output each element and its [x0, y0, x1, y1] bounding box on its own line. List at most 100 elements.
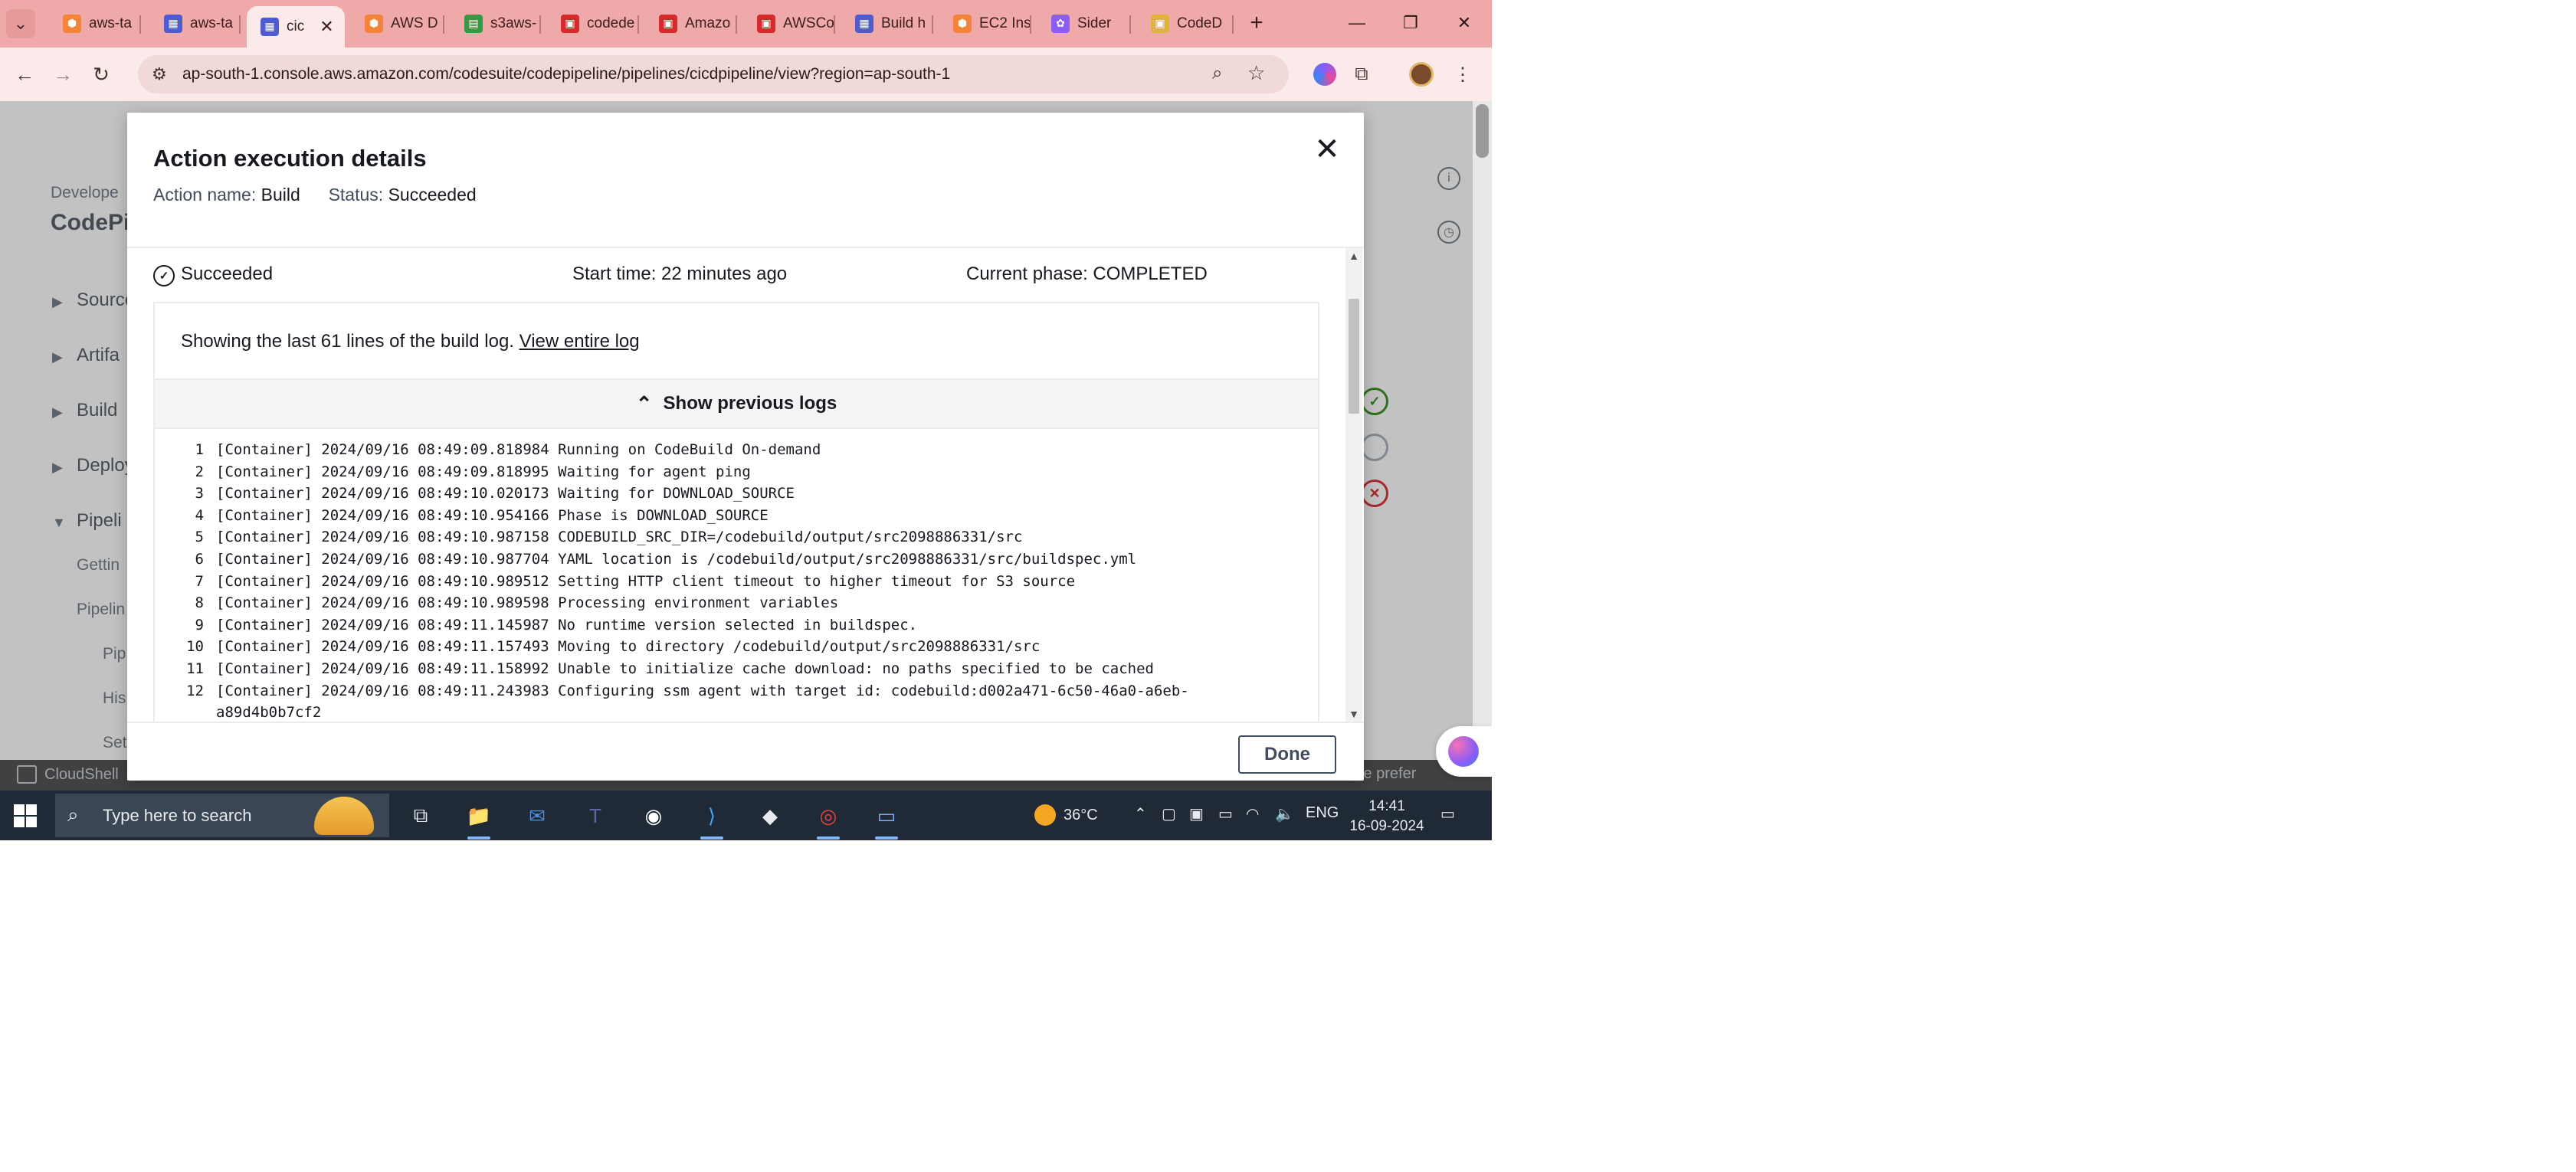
volume-icon[interactable]: 🔈	[1275, 804, 1294, 823]
modal-close-button[interactable]: ✕	[1310, 133, 1344, 166]
sider-floating-button[interactable]	[1436, 726, 1492, 777]
log-line: 7 [Container] 2024/09/16 08:49:10.989512 …	[155, 573, 1318, 595]
aws-icon: ⬢	[365, 15, 383, 33]
minimize-button[interactable]: —	[1330, 6, 1384, 40]
meet-now-icon[interactable]: ▢	[1162, 804, 1176, 823]
tab-separator	[539, 15, 541, 34]
log-line: 8 [Container] 2024/09/16 08:49:10.989598 …	[155, 594, 1318, 617]
chrome-icon[interactable]: ◎	[811, 798, 846, 840]
done-button[interactable]: Done	[1238, 735, 1336, 774]
file-explorer-icon[interactable]: 📁	[461, 798, 497, 840]
cloudshell-button[interactable]: CloudShell	[17, 765, 119, 784]
address-bar[interactable]: ⚙ ap-south-1.console.aws.amazon.com/code…	[138, 55, 1289, 93]
battery-icon[interactable]: ▭	[1218, 804, 1233, 823]
log-line: 5 [Container] 2024/09/16 08:49:10.987158 …	[155, 529, 1318, 551]
status-value: Succeeded	[388, 185, 477, 205]
browser-tab[interactable]: ▣ CodeD	[1137, 6, 1234, 41]
show-previous-logs-button[interactable]: ⌃ Show previous logs	[155, 378, 1318, 429]
tab-separator	[834, 15, 835, 34]
taskbar-search-box[interactable]: ⌕ Type here to search	[55, 794, 389, 837]
log-line-number: 12	[186, 682, 204, 699]
tab-title: s3aws-	[490, 15, 537, 31]
weather-widget[interactable]: 36°C	[1034, 804, 1098, 826]
back-button[interactable]: ←	[9, 59, 40, 90]
show-hidden-icons-icon[interactable]: ⌃	[1134, 804, 1147, 823]
tab-separator	[637, 15, 639, 34]
notifications-icon[interactable]: ▭	[1440, 804, 1455, 823]
browser-tab[interactable]: ⬢ EC2 Ins	[939, 6, 1031, 41]
tab-title: Amazo	[685, 15, 731, 31]
cookie-preferences-link[interactable]: ie prefer	[1360, 765, 1416, 783]
log-line-text: [Container] 2024/09/16 08:49:10.987158 C…	[216, 529, 1023, 546]
log-line: 4 [Container] 2024/09/16 08:49:10.954166 …	[155, 507, 1318, 529]
log-line: 2 [Container] 2024/09/16 08:49:09.818995 …	[155, 463, 1318, 486]
tab-separator	[443, 15, 444, 34]
new-tab-button[interactable]: +	[1241, 8, 1272, 38]
restore-button[interactable]: ❐	[1384, 6, 1437, 40]
sider-extension-icon[interactable]	[1309, 58, 1341, 90]
profile-avatar[interactable]	[1405, 58, 1437, 90]
wifi-icon[interactable]: ◠	[1246, 804, 1259, 823]
forward-button[interactable]: →	[48, 59, 78, 90]
log-line-text: [Container] 2024/09/16 08:49:10.989512 S…	[216, 572, 1076, 590]
close-window-button[interactable]: ✕	[1437, 6, 1491, 40]
scroll-up-icon[interactable]: ▲	[1345, 250, 1362, 262]
browser-tab[interactable]: ▣ AWSCo	[743, 6, 835, 41]
browser-tab[interactable]: ✿ Sider	[1037, 6, 1131, 41]
log-line-number: 2	[195, 463, 204, 480]
git-icon[interactable]: ◆	[752, 798, 788, 833]
log-line: 9 [Container] 2024/09/16 08:49:11.145987 …	[155, 617, 1318, 639]
modal-scrollbar-thumb[interactable]	[1349, 299, 1359, 414]
action-name-label: Action name:	[153, 185, 257, 205]
cloudshell-label: CloudShell	[44, 765, 119, 783]
taskbar-clock[interactable]: 14:41 16-09-2024	[1341, 797, 1433, 836]
view-entire-log-link[interactable]: View entire log	[519, 331, 640, 352]
notepad-icon[interactable]: ▭	[869, 798, 904, 840]
browser-tab[interactable]: ▦ cic ✕	[247, 6, 345, 47]
vscode-icon[interactable]: ⟩	[694, 798, 729, 840]
teams-icon[interactable]: T	[578, 798, 613, 833]
site-info-icon[interactable]: ⚙	[152, 64, 167, 84]
tab-search-button[interactable]: ⌄	[6, 9, 35, 38]
github-icon[interactable]: ◉	[636, 798, 671, 833]
browser-tab[interactable]: ▤ s3aws-	[451, 6, 541, 41]
arrow-right-icon: →	[53, 62, 73, 86]
browser-tab[interactable]: ▣ codede	[547, 6, 639, 41]
tab-close-icon[interactable]: ✕	[320, 17, 333, 37]
modal-body: ✓ Succeeded Start time: 22 minutes ago C…	[127, 248, 1345, 722]
browser-tab[interactable]: ⬢ aws-ta	[49, 6, 141, 41]
browser-tab[interactable]: ▦ aws-ta	[150, 6, 241, 41]
browser-tab[interactable]: ▦ Build h	[841, 6, 933, 41]
scroll-down-icon[interactable]: ▼	[1345, 708, 1362, 720]
page-scrollbar-thumb[interactable]	[1476, 104, 1489, 158]
url-text[interactable]: ap-south-1.console.aws.amazon.com/codesu…	[182, 65, 950, 83]
language-indicator[interactable]: ENG	[1306, 804, 1339, 822]
aws-service-icon: ▣	[1151, 15, 1169, 33]
tab-title: Build h	[881, 15, 926, 31]
page-scrollbar[interactable]	[1473, 101, 1492, 760]
windows-taskbar: ⌕ Type here to search ⧉ 📁 ✉ T ◉ ⟩ ◆ ◎ ▭ 36°C ⌃ ▢…	[0, 791, 1492, 840]
tab-separator	[932, 15, 933, 34]
log-line-number: 9	[195, 616, 204, 633]
reload-icon: ↻	[93, 62, 110, 86]
footer-divider	[127, 722, 1364, 723]
bookmark-star-icon[interactable]: ☆	[1247, 61, 1265, 85]
mail-icon[interactable]: ✉	[519, 798, 555, 833]
taskbar-search-placeholder: Type here to search	[103, 806, 252, 825]
log-line-number: 1	[195, 441, 204, 458]
menu-kebab-icon[interactable]: ⋮	[1447, 58, 1479, 90]
task-view-icon[interactable]: ⧉	[403, 798, 438, 833]
log-line-text: a89d4b0b7cf2	[216, 704, 322, 722]
modal-scrollbar[interactable]: ▲ ▼	[1345, 248, 1362, 722]
zoom-icon[interactable]: ⌕	[1212, 63, 1222, 84]
weather-sun-icon	[1034, 804, 1056, 826]
reload-button[interactable]: ↻	[86, 59, 116, 90]
tab-title: codede	[587, 15, 635, 31]
browser-tab[interactable]: ▣ Amazo	[645, 6, 737, 41]
sheet-icon: ▤	[464, 15, 483, 33]
browser-tab[interactable]: ⬢ AWS D	[351, 6, 444, 41]
windows-start-icon[interactable]	[14, 804, 37, 827]
extensions-icon[interactable]: ⧉	[1345, 58, 1378, 90]
security-icon[interactable]: ▣	[1189, 804, 1204, 823]
tab-title: EC2 Ins	[979, 15, 1031, 31]
